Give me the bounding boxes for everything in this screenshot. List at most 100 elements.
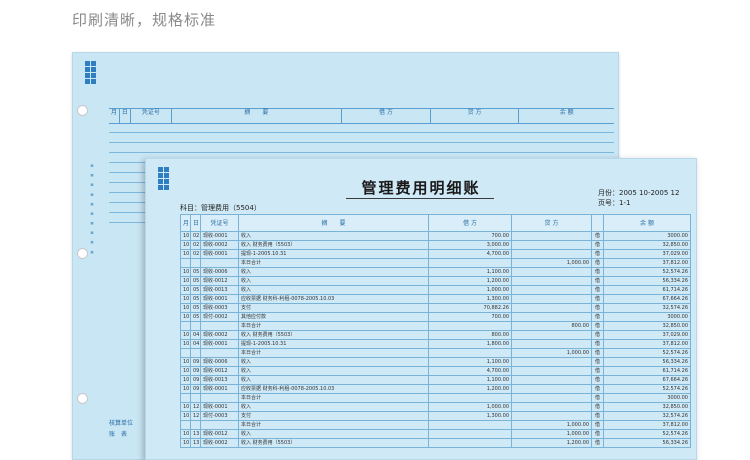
ledger-row: 10 02 现收-0001 提现-1-2005.10.31 4,700.00 借 37,02… — [180, 249, 691, 259]
cell-balance: 37,029.00 — [603, 330, 691, 340]
cell-balance: 52,574.26 — [603, 348, 691, 358]
cell-balance: 67,664.26 — [603, 375, 691, 385]
cell-summary: 收入 — [238, 357, 429, 367]
cell-direction: 借 — [591, 258, 604, 268]
cell-voucher: 现收-0002 — [200, 330, 239, 340]
ledger-row: 本日合计 1,000.00 借 37,812.00 — [180, 420, 691, 430]
cell-month: 10 — [180, 276, 191, 286]
ledger-row: 10 13 现收-0012 收入 1,000.00 借 52,574.26 — [180, 429, 691, 439]
cell-balance: 56,334.26 — [603, 438, 691, 448]
binder-hole — [77, 248, 88, 259]
cell-debit: 1,300.00 — [428, 294, 512, 304]
cell-month — [180, 420, 191, 430]
cell-month: 10 — [180, 366, 191, 376]
cell-month: 10 — [180, 231, 191, 241]
cell-credit — [511, 231, 592, 241]
cell-balance: 56,334.26 — [603, 276, 691, 286]
header-day: 日 — [120, 109, 131, 123]
cell-balance: 61,714.26 — [603, 366, 691, 376]
cell-balance: 32,850.00 — [603, 321, 691, 331]
cell-summary: 本日合计 — [238, 348, 429, 358]
cell-day — [190, 348, 201, 358]
cell-month: 10 — [180, 330, 191, 340]
ledger-row: 10 09 现收-0001 应收票据 财务科-利租-0078-2005.10.03 1,… — [180, 384, 691, 394]
cell-direction: 借 — [591, 366, 604, 376]
cell-debit — [428, 348, 512, 358]
ledger-row: 10 12 现付-0003 支付 1,300.00 借 32,574.26 — [180, 411, 691, 421]
cell-month — [180, 348, 191, 358]
cell-day: 05 — [190, 276, 201, 286]
cell-day — [190, 420, 201, 430]
cell-balance: 37,029.00 — [603, 249, 691, 259]
cell-day: 02 — [190, 240, 201, 250]
cell-debit: 4,700.00 — [428, 366, 512, 376]
cell-credit — [511, 249, 592, 259]
cell-credit — [511, 312, 592, 322]
cell-voucher: 现付-0002 — [200, 312, 239, 322]
cell-credit: 1,000.00 — [511, 348, 592, 358]
cell-credit — [511, 411, 592, 421]
cell-balance: 32,850.00 — [603, 240, 691, 250]
cell-summary: 收入 财务费用（5503） — [238, 240, 429, 250]
ledger-row: 10 02 现收-0001 收入 700.00 借 3000.00 — [180, 231, 691, 241]
cell-direction: 借 — [591, 429, 604, 439]
cell-direction: 借 — [591, 231, 604, 241]
side-print-mark: ▪ ▪ ▪ ▪ ▪ ▪ ▪ ▪ ▪ ▪ — [89, 163, 95, 257]
cell-day: 04 — [190, 330, 201, 340]
cell-summary: 收入 财务费用（5503） — [238, 438, 429, 448]
cell-voucher: 现收-0001 — [200, 231, 239, 241]
cell-day: 12 — [190, 402, 201, 412]
ledger-table: 月 日 凭证号 摘 要 借 方 贷 方 余 额 10 02 现收-0001 收入 700… — [180, 214, 691, 448]
cell-day — [190, 321, 201, 331]
cell-voucher — [200, 420, 239, 430]
cell-day: 02 — [190, 249, 201, 259]
cell-voucher — [200, 393, 239, 403]
cell-voucher: 现收-0013 — [200, 375, 239, 385]
cell-month: 10 — [180, 384, 191, 394]
cell-debit: 800.00 — [428, 330, 512, 340]
cell-month: 10 — [180, 438, 191, 448]
cell-direction: 借 — [591, 357, 604, 367]
ledger-row: 10 05 现付-0002 其他应付款 700.00 借 3000.00 — [180, 312, 691, 322]
cell-summary: 收入 — [238, 285, 429, 295]
cell-day — [190, 258, 201, 268]
cell-summary: 收入 — [238, 366, 429, 376]
period-range: 月份：2005 10-2005 12 — [598, 189, 680, 197]
cell-debit: 1,200.00 — [428, 384, 512, 394]
ledger-row: 10 04 现收-0001 提现-1-2005.10.31 1,800.00 借 37,81… — [180, 339, 691, 349]
ledger-row: 本日合计 1,000.00 借 37,812.00 — [180, 258, 691, 268]
cell-month — [180, 393, 191, 403]
title-underline — [346, 198, 494, 199]
cell-credit — [511, 366, 592, 376]
cell-day: 05 — [190, 303, 201, 313]
ledger-row: 10 04 现收-0002 收入 财务费用（5503） 800.00 借 37,029.00 — [180, 330, 691, 340]
col-direction — [591, 214, 604, 232]
cell-balance: 32,574.26 — [603, 411, 691, 421]
cell-summary: 收入 — [238, 231, 429, 241]
ledger-row: 10 05 现收-0006 收入 1,100.00 借 52,574.26 — [180, 267, 691, 277]
cell-debit — [428, 393, 512, 403]
cell-credit: 1,200.00 — [511, 438, 592, 448]
header-month: 月 — [109, 109, 120, 123]
ledger-row: 本日合计 800.00 借 32,850.00 — [180, 321, 691, 331]
cell-month: 10 — [180, 411, 191, 421]
footer-table: 账 表 — [109, 431, 128, 438]
cell-summary: 应收票据 财务科-利租-0078-2005.10.03 — [238, 294, 429, 304]
cell-balance: 32,850.00 — [603, 402, 691, 412]
ledger-row: 10 02 现收-0002 收入 财务费用（5503） 3,000.00 借 32,850.… — [180, 240, 691, 250]
cell-balance: 37,812.00 — [603, 420, 691, 430]
back-footer: 核算单位 账 表 — [109, 418, 133, 440]
cell-direction: 借 — [591, 303, 604, 313]
cell-direction: 借 — [591, 240, 604, 250]
cell-summary: 收入 — [238, 402, 429, 412]
cell-credit — [511, 303, 592, 313]
cell-credit — [511, 375, 592, 385]
cell-summary: 收入 — [238, 267, 429, 277]
cell-voucher: 现收-0012 — [200, 429, 239, 439]
cell-debit: 1,100.00 — [428, 357, 512, 367]
cell-credit: 1,000.00 — [511, 258, 592, 268]
cell-voucher: 现收-0006 — [200, 357, 239, 367]
cell-day: 02 — [190, 231, 201, 241]
cell-voucher — [200, 258, 239, 268]
cell-month: 10 — [180, 285, 191, 295]
